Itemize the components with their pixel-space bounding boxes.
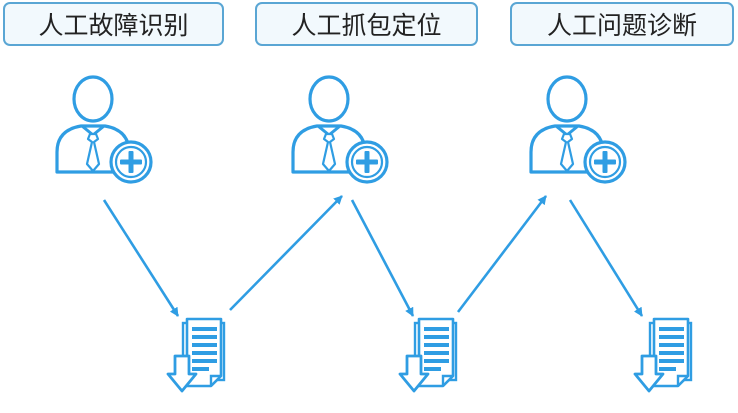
arrow-stage2-to-output2 (350, 199, 415, 317)
engineer-add-icon (291, 75, 389, 184)
arrow-output2-to-stage3 (456, 195, 548, 313)
engineer-add-icon (529, 75, 627, 184)
arrow-stage1-to-output1 (102, 199, 180, 317)
arrow-output1-to-stage2 (229, 195, 343, 311)
arrow-stage3-to-output3 (568, 199, 644, 317)
engineer-add-icon (55, 75, 153, 184)
document-download-icon (633, 317, 693, 393)
document-download-icon (166, 317, 226, 393)
workflow-diagram (55, 75, 693, 393)
document-download-icon (398, 317, 458, 393)
